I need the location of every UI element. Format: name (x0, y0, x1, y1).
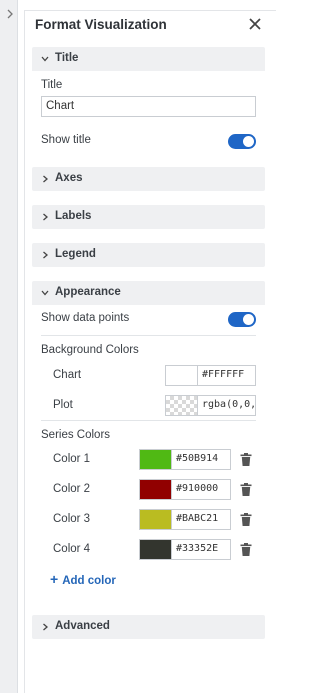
section-advanced: Advanced (32, 615, 265, 639)
title-field-label: Title (41, 79, 63, 91)
section-labels-label: Labels (55, 210, 92, 222)
series-color-swatch[interactable] (139, 479, 172, 500)
panel-header: Format Visualization (25, 11, 277, 39)
series-color-row: Color 3 #BABC21 (32, 508, 265, 532)
section-legend-header[interactable]: Legend (32, 243, 265, 267)
section-appearance-header[interactable]: Appearance (32, 281, 265, 305)
divider (41, 420, 256, 421)
chevron-right-icon[interactable] (3, 7, 17, 21)
chevron-right-icon (43, 213, 48, 221)
background-colors-label: Background Colors (41, 344, 139, 356)
series-color-input[interactable]: #910000 (171, 479, 231, 500)
series-color-row: Color 2 #910000 (32, 478, 265, 502)
trash-icon[interactable] (240, 453, 252, 466)
section-advanced-label: Advanced (55, 620, 110, 632)
series-color-input[interactable]: #50B914 (171, 449, 231, 470)
chevron-right-icon (43, 175, 48, 183)
series-color-label: Color 4 (53, 543, 91, 555)
series-color-swatch[interactable] (139, 539, 172, 560)
section-appearance: Appearance Show data points Background C… (32, 281, 265, 612)
chart-bg-label: Chart (53, 369, 82, 381)
plus-icon: + (50, 571, 59, 587)
series-color-label: Color 3 (53, 513, 91, 525)
section-labels-header[interactable]: Labels (32, 205, 265, 229)
section-title-header[interactable]: Title (32, 47, 265, 71)
plot-bg-swatch[interactable] (165, 395, 198, 416)
chart-bg-swatch[interactable] (165, 365, 198, 386)
trash-icon[interactable] (240, 543, 252, 556)
toggle-knob (243, 314, 254, 325)
section-title: Title Title Chart Show title (32, 47, 265, 164)
section-title-label: Title (55, 52, 79, 64)
show-title-toggle[interactable] (228, 134, 256, 149)
series-colors-label: Series Colors (41, 429, 111, 441)
section-labels: Labels (32, 205, 265, 229)
chart-bg-input[interactable]: #FFFFFF (197, 365, 256, 386)
show-data-points-label: Show data points (41, 312, 130, 324)
add-color-label: Add color (62, 575, 116, 587)
section-legend-label: Legend (55, 248, 96, 260)
toggle-knob (243, 136, 254, 147)
close-icon[interactable] (249, 18, 261, 30)
section-axes-label: Axes (55, 172, 83, 184)
chevron-right-icon (43, 251, 48, 259)
divider (41, 335, 256, 336)
series-color-input[interactable]: #BABC21 (171, 509, 231, 530)
trash-icon[interactable] (240, 483, 252, 496)
show-data-points-toggle[interactable] (228, 312, 256, 327)
section-title-body: Title Chart Show title (32, 71, 265, 164)
series-color-row: Color 4 #33352E (32, 538, 265, 562)
add-color-button[interactable]: + Add color (50, 571, 116, 587)
series-color-label: Color 1 (53, 453, 91, 465)
series-color-label: Color 2 (53, 483, 91, 495)
side-rail (0, 0, 18, 693)
panel-title: Format Visualization (35, 17, 167, 32)
section-axes-header[interactable]: Axes (32, 167, 265, 191)
chevron-right-icon (43, 623, 48, 631)
chevron-down-icon (41, 290, 49, 296)
series-color-swatch[interactable] (139, 449, 172, 470)
section-appearance-label: Appearance (55, 286, 121, 298)
series-color-input[interactable]: #33352E (171, 539, 231, 560)
chevron-down-icon (41, 56, 49, 62)
section-appearance-body: Show data points Background Colors Chart… (32, 305, 265, 612)
series-color-row: Color 1 #50B914 (32, 448, 265, 472)
format-visualization-panel: Format Visualization Title Title Chart S… (24, 10, 276, 693)
trash-icon[interactable] (240, 513, 252, 526)
plot-bg-input[interactable]: rgba(0,0, (197, 395, 256, 416)
plot-bg-label: Plot (53, 399, 73, 411)
section-axes: Axes (32, 167, 265, 191)
show-title-label: Show title (41, 134, 91, 146)
series-color-swatch[interactable] (139, 509, 172, 530)
title-input[interactable]: Chart (41, 96, 256, 117)
section-advanced-header[interactable]: Advanced (32, 615, 265, 639)
section-legend: Legend (32, 243, 265, 267)
